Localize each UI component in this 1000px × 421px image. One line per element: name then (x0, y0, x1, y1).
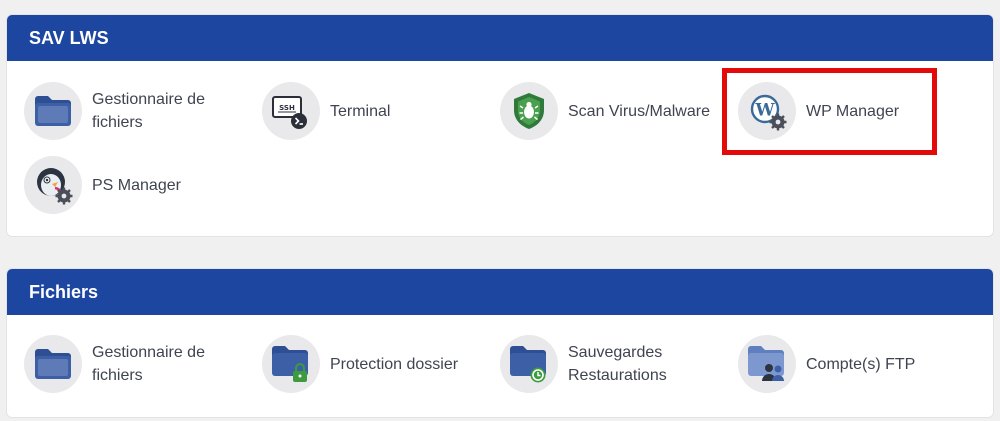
folder-users-icon (738, 335, 796, 393)
tile-scan-virus[interactable]: Scan Virus/Malware (500, 81, 718, 141)
shield-bug-icon (500, 82, 558, 140)
folder-icon (24, 82, 82, 140)
tile-ftp-accounts[interactable]: Compte(s) FTP (738, 334, 956, 394)
tile-label: Protection dossier (330, 355, 459, 373)
tile-label: Gestionnaire de fichiers (92, 91, 205, 131)
tile-label: Compte(s) FTP (806, 355, 916, 373)
tile-terminal[interactable]: SSH Terminal (262, 81, 480, 141)
prestashop-gear-icon (24, 156, 82, 214)
tile-wp-manager[interactable]: W WP Manager (738, 81, 956, 141)
tile-label: WP Manager (806, 102, 900, 120)
tile-label: Terminal (330, 102, 391, 120)
tile-label: Sauvegardes Restaurations (568, 344, 667, 384)
tile-backups[interactable]: Sauvegardes Restaurations (500, 334, 718, 394)
folder-icon (24, 335, 82, 393)
section-title: Fichiers (7, 269, 993, 315)
tile-label: Scan Virus/Malware (568, 102, 710, 120)
tile-label: PS Manager (92, 176, 181, 194)
tile-label: Gestionnaire de fichiers (92, 344, 205, 384)
tile-file-manager-2[interactable]: Gestionnaire de fichiers (24, 334, 242, 394)
tile-file-manager[interactable]: Gestionnaire de fichiers (24, 81, 242, 141)
tile-folder-protection[interactable]: Protection dossier (262, 334, 480, 394)
svg-text:SSH: SSH (279, 104, 295, 112)
wordpress-gear-icon: W (738, 82, 796, 140)
tile-ps-manager[interactable]: PS Manager (24, 155, 242, 215)
ssh-terminal-icon: SSH (262, 82, 320, 140)
folder-backup-icon (500, 335, 558, 393)
section-title: SAV LWS (7, 15, 993, 61)
folder-lock-icon (262, 335, 320, 393)
